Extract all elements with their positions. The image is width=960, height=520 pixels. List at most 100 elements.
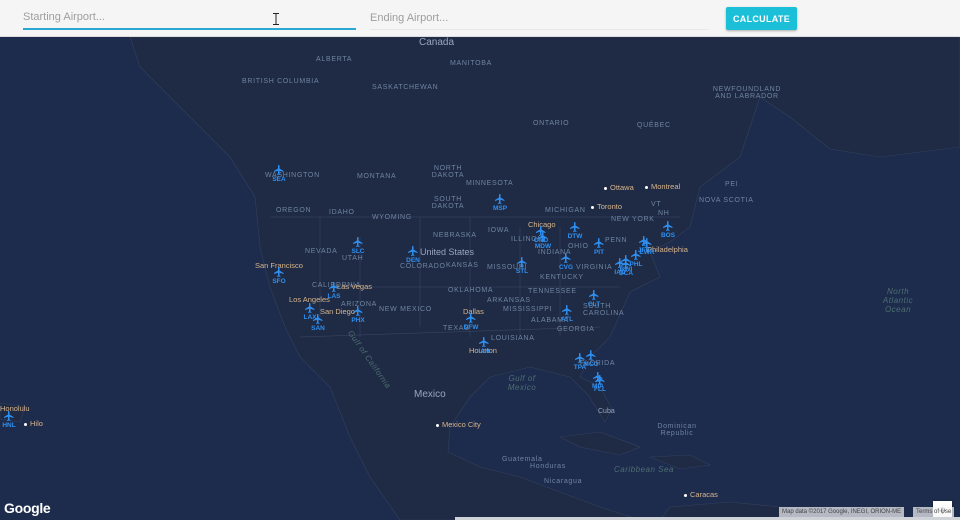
airport-code: LAS — [327, 293, 341, 300]
airplane-icon — [663, 221, 673, 231]
region-label: Nicaragua — [544, 478, 583, 485]
region-label: Honduras — [530, 463, 566, 470]
map-land-shapes — [0, 37, 960, 520]
calculate-button[interactable]: CALCULATE — [726, 7, 797, 30]
region-label: Dominican Republic — [657, 423, 697, 437]
region-label: NEVADA — [305, 248, 338, 255]
region-label: OREGON — [276, 207, 312, 214]
airport-marker-sea[interactable]: SEA — [267, 164, 291, 194]
airplane-icon — [586, 350, 596, 360]
airport-code: HNL — [2, 422, 16, 429]
airport-marker-msp[interactable]: MSP — [488, 193, 512, 223]
city-label: Toronto — [591, 202, 622, 211]
country-label: Mexico — [414, 389, 446, 400]
airport-code: PHX — [351, 317, 365, 324]
city-label: Ottawa — [604, 183, 634, 192]
airplane-icon — [313, 314, 323, 324]
city-label: Caracas — [684, 490, 718, 499]
airplane-icon — [274, 165, 284, 175]
region-label: NOVA SCOTIA — [699, 197, 754, 204]
region-label: TENNESSEE — [528, 288, 577, 295]
region-label: NEBRASKA — [433, 232, 477, 239]
airplane-icon — [538, 232, 548, 242]
airport-code: DFW — [463, 324, 479, 331]
airport-marker-atl[interactable]: ATL — [555, 304, 579, 334]
airport-marker-mdw[interactable]: MDW — [531, 231, 555, 261]
water-label: Caribbean Sea — [614, 465, 674, 474]
airport-marker-dca[interactable]: DCA — [614, 258, 638, 288]
google-logo: Google — [4, 500, 51, 516]
text-cursor-icon — [273, 13, 279, 25]
region-label: LOUISIANA — [491, 335, 535, 342]
city-label: Mexico City — [436, 420, 481, 429]
airplane-icon — [593, 372, 603, 382]
airplane-icon — [353, 237, 363, 247]
airport-code: MDW — [534, 243, 552, 250]
region-label: NEW YORK — [611, 216, 655, 223]
airport-marker-sfo[interactable]: SFO — [267, 266, 291, 296]
region-label: IOWA — [488, 227, 510, 234]
region-label: KANSAS — [446, 262, 479, 269]
airport-marker-bos[interactable]: BOS — [656, 220, 680, 250]
airport-code: DCA — [618, 270, 634, 277]
airplane-icon — [495, 194, 505, 204]
region-label: IDAHO — [329, 209, 355, 216]
city-label: Hilo — [24, 419, 43, 428]
ending-airport-input[interactable] — [370, 6, 708, 30]
airport-marker-clt[interactable]: CLT — [582, 289, 606, 319]
airport-code: SEA — [272, 176, 286, 183]
airport-code: MIA — [592, 383, 604, 390]
airport-marker-den[interactable]: DEN — [401, 245, 425, 275]
region-label: MINNESOTA — [466, 180, 514, 187]
region-label: OKLAHOMA — [448, 287, 494, 294]
region-label: Guatemala — [502, 456, 543, 463]
airplane-icon — [353, 306, 363, 316]
water-label: North Atlantic Ocean — [882, 287, 914, 314]
water-label: Gulf of Mexico — [507, 374, 537, 392]
region-label: VT — [651, 201, 662, 208]
airport-marker-iah[interactable]: IAH — [472, 336, 496, 366]
airplane-icon — [274, 267, 284, 277]
airport-code: CVG — [558, 264, 574, 271]
region-label: MANITOBA — [450, 60, 493, 67]
airplane-icon — [479, 337, 489, 347]
airport-marker-slc[interactable]: SLC — [346, 236, 370, 266]
map-view[interactable]: Canada Mexico Cuba BRITISH COLUMBIA ALBE… — [0, 37, 960, 520]
airport-marker-hnl[interactable]: HNL — [0, 410, 21, 440]
airport-code: JFK — [637, 247, 651, 254]
airplane-icon — [562, 305, 572, 315]
region-label: MONTANA — [357, 173, 397, 180]
country-label: United States — [420, 247, 475, 257]
region-label: MICHIGAN — [545, 207, 586, 214]
airport-code: MCO — [583, 361, 599, 368]
airport-marker-cvg[interactable]: CVG — [554, 252, 578, 282]
search-bar: CALCULATE — [0, 0, 960, 37]
airport-code: SLC — [351, 248, 365, 255]
airplane-icon — [517, 257, 527, 267]
airport-code: STL — [515, 268, 529, 275]
airport-code: ATL — [560, 316, 574, 323]
airplane-icon — [466, 313, 476, 323]
region-label: QUÉBEC — [637, 122, 671, 129]
airport-code: SFO — [272, 278, 286, 285]
airport-code: IAH — [478, 348, 490, 355]
country-label: Canada — [419, 37, 455, 48]
airport-marker-dtw[interactable]: DTW — [563, 221, 587, 251]
region-label: ARKANSAS — [487, 297, 531, 304]
airport-code: MSP — [492, 205, 508, 212]
airport-marker-mia[interactable]: MIA — [586, 371, 610, 401]
airport-marker-phx[interactable]: PHX — [346, 305, 370, 335]
airport-marker-las[interactable]: LAS — [322, 281, 346, 311]
airport-marker-san[interactable]: SAN — [306, 313, 330, 343]
airplane-icon — [621, 259, 631, 269]
airport-code: SAN — [311, 325, 325, 332]
region-label: ONTARIO — [533, 120, 570, 127]
starting-airport-input[interactable] — [23, 6, 356, 30]
airport-marker-stl[interactable]: STL — [510, 256, 534, 286]
airplane-icon — [594, 238, 604, 248]
airplane-icon — [589, 290, 599, 300]
region-label: PEI — [725, 181, 739, 188]
airplane-icon — [570, 222, 580, 232]
airplane-icon — [639, 236, 649, 246]
airport-code: CLT — [587, 301, 601, 308]
